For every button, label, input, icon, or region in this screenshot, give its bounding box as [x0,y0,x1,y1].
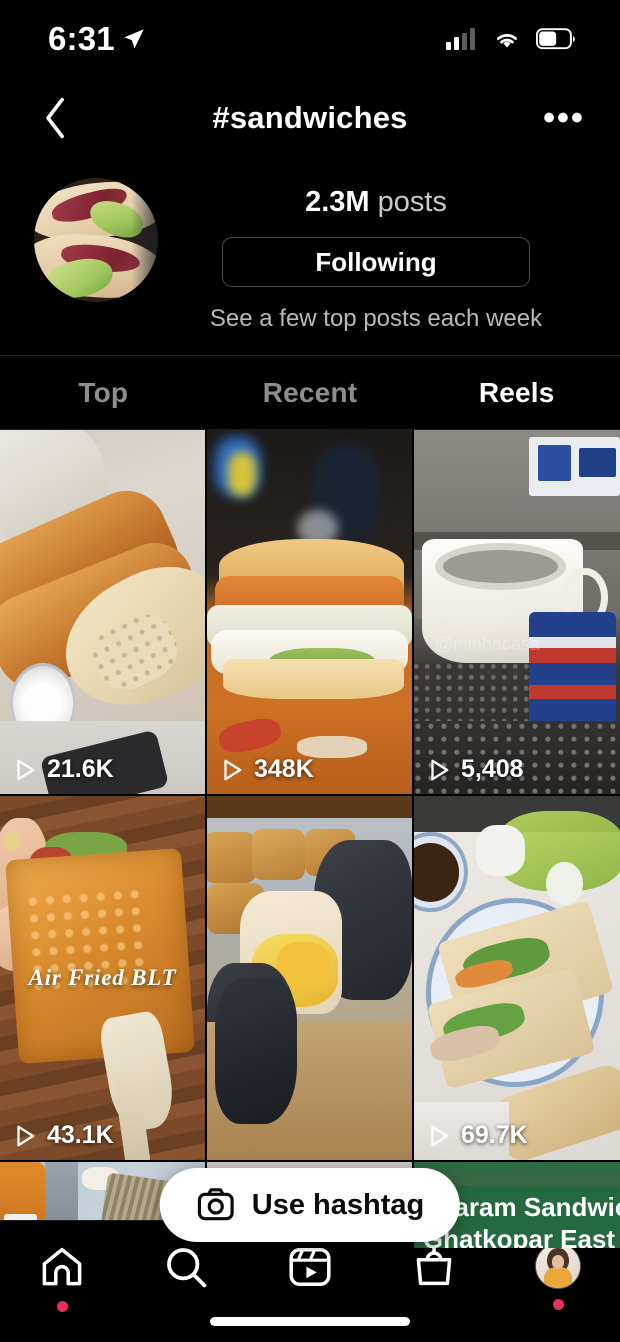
nav-profile-button[interactable] [503,1243,613,1310]
tile-art [207,430,412,794]
play-triangle-icon [17,759,35,780]
play-count: 21.6K [12,755,114,784]
play-count-value: 5,408 [461,755,524,783]
use-hashtag-label: Use hashtag [251,1188,425,1221]
tab-recent[interactable]: Recent [207,377,414,409]
tile-overlay-text: Air Fried BLT [28,965,177,990]
home-indicator-bar [210,1317,410,1326]
nav-search-button[interactable] [131,1243,241,1312]
tile-art [207,796,412,1160]
more-options-icon: ••• [543,99,585,137]
grid-tile-air-fried-blt[interactable]: Air Fried BLT 43.1K [0,796,205,1160]
play-triangle-icon [224,759,242,780]
avatar-art [34,178,158,302]
grid-tile-torta[interactable]: 348K [207,430,412,794]
grid-tile-baguettes[interactable]: 21.6K [0,430,205,794]
cellular-signal-icon [446,28,475,50]
back-button[interactable] [30,96,82,140]
profile-subtitle: See a few top posts each week [209,305,543,332]
grid-tile-banh-mi[interactable]: 69.7K [414,796,620,1160]
nav-reels-button[interactable] [255,1243,365,1312]
play-count-value: 69.7K [461,1121,528,1149]
wifi-icon [497,33,517,47]
avatar[interactable] [34,178,158,302]
home-icon [42,1247,82,1286]
status-bar-left: 6:31 [48,20,147,58]
post-count-label: posts [377,186,447,218]
more-options-button[interactable]: ••• [538,99,590,137]
play-triangle-icon [17,1125,35,1146]
play-triangle-icon [431,1125,449,1146]
grid-tile-tuna-cans[interactable]: @minhacasa 5,408 [414,430,620,794]
tab-top[interactable]: Top [0,377,207,409]
tile-art [414,430,620,794]
play-count: 43.1K [12,1121,114,1150]
camera-icon [197,1188,234,1221]
reels-icon [289,1248,331,1286]
profile-info: 2.3M posts Following See a few top posts… [162,170,590,333]
instagram-hashtag-screen: 6:31 #sandwiches ••• 2.3M posts Followin… [0,0,620,1342]
hashtag-profile-section: 2.3M posts Following See a few top posts… [0,158,620,356]
nav-shop-spacer [429,1301,440,1312]
tile-watermark: @minhacasa [434,633,540,654]
search-icon [167,1248,207,1288]
post-count-line: 2.3M posts [305,186,447,219]
play-count-value: 348K [254,755,314,783]
play-count: 348K [219,755,314,784]
play-count: 5,408 [426,755,524,784]
nav-profile-badge [552,1299,564,1310]
status-bar-right [446,27,576,51]
nav-home-button[interactable] [7,1243,117,1312]
play-count-value: 43.1K [47,1121,114,1149]
avatar-container [30,170,162,302]
page-header: #sandwiches ••• [0,78,620,158]
following-button[interactable]: Following [222,237,530,287]
tab-reels[interactable]: Reels [413,377,620,409]
status-time: 6:31 [48,20,115,57]
reels-grid: 21.6K 348K @minhacasa 5,408 Air Fried BL… [0,430,620,1250]
nav-search-spacer [181,1301,192,1312]
play-count-value: 21.6K [47,755,114,783]
shop-bag-icon [416,1245,452,1286]
chevron-left-icon [46,97,64,139]
play-triangle-icon [431,759,449,780]
nav-reels-spacer [305,1301,316,1312]
tile-art [414,796,620,1160]
post-count-value: 2.3M [305,186,370,218]
content-tabs: Top Recent Reels [0,356,620,430]
battery-icon [536,28,575,50]
location-arrow-icon [124,29,144,49]
tile-art [0,430,205,794]
grid-tile-egg-slider[interactable] [207,796,412,1160]
play-count: 69.7K [426,1121,528,1150]
status-bar: 6:31 [0,0,620,78]
nav-home-badge [56,1301,68,1312]
page-title: #sandwiches [212,100,408,135]
profile-avatar-icon [535,1243,581,1289]
nav-shop-button[interactable] [379,1243,489,1312]
use-hashtag-button[interactable]: Use hashtag [159,1168,461,1242]
